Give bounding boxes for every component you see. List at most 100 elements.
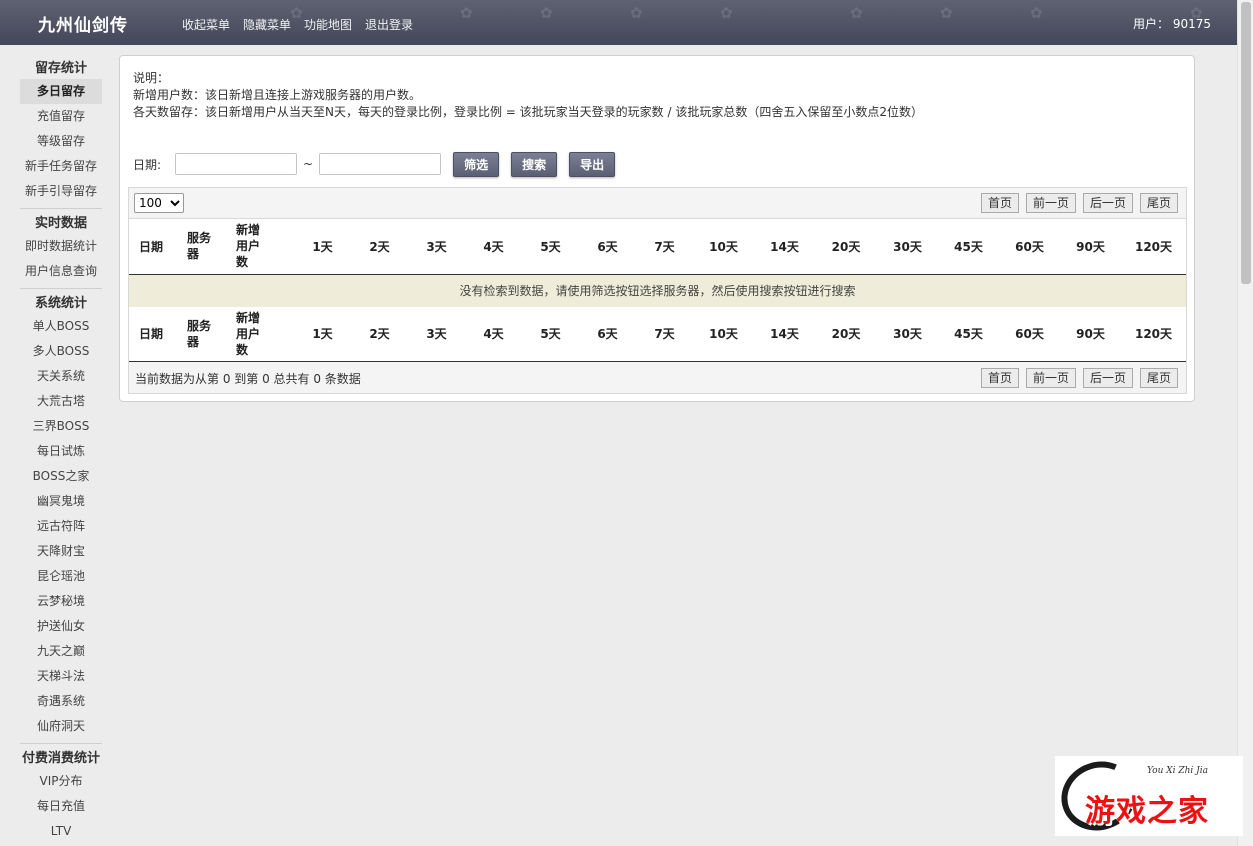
- sidebar-item[interactable]: 多人BOSS: [20, 339, 102, 364]
- sidebar-item[interactable]: 天关系统: [20, 364, 102, 389]
- sidebar-group-title[interactable]: 系统统计: [16, 294, 106, 314]
- column-header: 60天: [999, 219, 1060, 275]
- table-footer: 当前数据为从第 0 到第 0 总共有 0 条数据 首页 前一页 后一页 尾页: [129, 361, 1186, 393]
- scrollbar-thumb[interactable]: [1241, 2, 1251, 284]
- column-header: 服务器: [187, 307, 236, 362]
- column-header: 30天: [877, 219, 938, 275]
- next-page-button[interactable]: 后一页: [1082, 193, 1133, 213]
- column-header: 新增用户数: [236, 307, 294, 362]
- retention-table-container: 100 首页 前一页 后一页 尾页 日期 服务器 新增用户数 1天 2天 3天 4天 5天 6天…: [128, 187, 1187, 394]
- record-count-info: 当前数据为从第 0 到第 0 总共有 0 条数据: [135, 371, 361, 386]
- table-footer-header-row: 日期 服务器 新增用户数 1天 2天 3天 4天 5天 6天 7天 10天 14天 20天 30天 45天 6…: [129, 307, 1186, 362]
- top-header-bar: ✿ ✿ ✿ ✿ ✿ ✿ ✿ ✿ ✿ 九州仙剑传 收起菜单 隐藏菜单 功能地图 退…: [0, 0, 1237, 45]
- column-header: 1天: [294, 307, 351, 362]
- date-label: 日期:: [133, 157, 162, 172]
- date-range-separator: ~: [303, 157, 314, 171]
- column-header: 20天: [815, 307, 877, 362]
- sidebar-item[interactable]: 云梦秘境: [20, 589, 102, 614]
- column-header: 5天: [522, 219, 579, 275]
- first-page-button[interactable]: 首页: [980, 193, 1019, 213]
- header-decoration: ✿: [850, 4, 863, 22]
- column-header: 3天: [408, 307, 465, 362]
- column-header: 90天: [1060, 219, 1121, 275]
- sidebar-item[interactable]: 单人BOSS: [20, 314, 102, 339]
- sidebar-item[interactable]: VIP分布: [20, 769, 102, 794]
- description-block: 说明： 新增用户数：该日新增且连接上游戏服务器的用户数。 各天数留存：该日新增用…: [133, 70, 923, 121]
- column-header: 10天: [693, 307, 754, 362]
- empty-result-row: 没有检索到数据，请使用筛选按钮选择服务器，然后使用搜索按钮进行搜索: [129, 274, 1186, 307]
- watermark-text: 游戏之家: [1085, 794, 1209, 829]
- table-toolbar: 100 首页 前一页 后一页 尾页: [129, 188, 1186, 219]
- description-heading: 说明：: [133, 71, 170, 85]
- column-header: 45天: [938, 307, 999, 362]
- column-header: 日期: [129, 307, 187, 362]
- collapse-menu-link[interactable]: 收起菜单: [182, 16, 230, 33]
- sidebar-item[interactable]: 每日充值: [20, 794, 102, 819]
- filter-button[interactable]: 筛选: [453, 151, 500, 177]
- column-header: 120天: [1121, 219, 1186, 275]
- first-page-button[interactable]: 首页: [980, 367, 1019, 388]
- sidebar-group-title[interactable]: 留存统计: [16, 59, 106, 79]
- column-header: 10天: [693, 219, 754, 275]
- sidebar-item[interactable]: 多日留存: [20, 79, 102, 104]
- header-decoration: ✿: [1030, 4, 1043, 22]
- search-button[interactable]: 搜索: [511, 151, 558, 177]
- column-header: 5天: [522, 307, 579, 362]
- sidebar-item[interactable]: 充值留存: [20, 104, 102, 129]
- sidebar-item[interactable]: 即时数据统计: [20, 234, 102, 259]
- sidebar-item[interactable]: 仙府洞天: [20, 714, 102, 739]
- prev-page-button[interactable]: 前一页: [1025, 193, 1076, 213]
- sidebar-item[interactable]: 天降财宝: [20, 539, 102, 564]
- column-header: 120天: [1121, 307, 1186, 362]
- last-page-button[interactable]: 尾页: [1139, 193, 1178, 213]
- column-header: 3天: [408, 219, 465, 275]
- sidebar-item[interactable]: 用户信息查询: [20, 259, 102, 284]
- sidebar-item[interactable]: 远古符阵: [20, 514, 102, 539]
- page-size-select[interactable]: 100: [134, 193, 184, 213]
- last-page-button[interactable]: 尾页: [1139, 367, 1178, 388]
- column-header: 1天: [294, 219, 351, 275]
- sidebar-item[interactable]: 幽冥鬼境: [20, 489, 102, 514]
- sidebar-item[interactable]: 天梯斗法: [20, 664, 102, 689]
- sidebar-item[interactable]: 护送仙女: [20, 614, 102, 639]
- sidebar-item[interactable]: 昆仑瑶池: [20, 564, 102, 589]
- bottom-pager: 首页 前一页 后一页 尾页: [980, 367, 1178, 388]
- sidebar-item[interactable]: 三界BOSS: [20, 414, 102, 439]
- main-panel: 说明： 新增用户数：该日新增且连接上游戏服务器的用户数。 各天数留存：该日新增用…: [119, 55, 1195, 402]
- sidebar-item[interactable]: 九天之巅: [20, 639, 102, 664]
- hide-menu-link[interactable]: 隐藏菜单: [243, 16, 291, 33]
- logout-link[interactable]: 退出登录: [365, 16, 413, 33]
- sidebar-group-title[interactable]: 实时数据: [16, 214, 106, 234]
- column-header: 7天: [636, 307, 693, 362]
- column-header: 4天: [465, 307, 522, 362]
- page-scrollbar[interactable]: [1237, 0, 1253, 846]
- sidebar-item[interactable]: 奇遇系统: [20, 689, 102, 714]
- sidebar-item[interactable]: LTV: [20, 819, 102, 844]
- header-decoration: ✿: [720, 4, 733, 22]
- sidebar-separator: [20, 288, 102, 289]
- sidebar-separator: [20, 743, 102, 744]
- prev-page-button[interactable]: 前一页: [1025, 367, 1076, 388]
- sidebar-item[interactable]: 新手任务留存: [20, 154, 102, 179]
- column-header: 2天: [351, 307, 408, 362]
- header-decoration: ✿: [940, 4, 953, 22]
- end-date-input[interactable]: [319, 153, 442, 175]
- description-new-users: 新增用户数：该日新增且连接上游戏服务器的用户数。: [133, 88, 422, 102]
- sidebar-item[interactable]: BOSS之家: [20, 464, 102, 489]
- sidebar-item[interactable]: 大荒古塔: [20, 389, 102, 414]
- sidebar-menu: 留存统计 多日留存 充值留存 等级留存 新手任务留存 新手引导留存实时数据 即时数据统计 用户…: [16, 57, 106, 844]
- export-button[interactable]: 导出: [569, 151, 616, 177]
- next-page-button[interactable]: 后一页: [1082, 367, 1133, 388]
- filter-bar: 日期: ~ 筛选 搜索 导出: [133, 150, 616, 178]
- column-header: 7天: [636, 219, 693, 275]
- sidebar-group-title[interactable]: 付费消费统计: [16, 749, 106, 769]
- column-header: 60天: [999, 307, 1060, 362]
- function-map-link[interactable]: 功能地图: [304, 16, 352, 33]
- current-user-label: 用户： 90175: [1133, 17, 1211, 31]
- start-date-input[interactable]: [175, 153, 298, 175]
- sidebar-item[interactable]: 每日试炼: [20, 439, 102, 464]
- sidebar-item[interactable]: 新手引导留存: [20, 179, 102, 204]
- sidebar-item[interactable]: 等级留存: [20, 129, 102, 154]
- column-header: 新增用户数: [236, 219, 294, 275]
- retention-table: 日期 服务器 新增用户数 1天 2天 3天 4天 5天 6天 7天 10天 14天 20天 30天 45天 6…: [129, 219, 1186, 362]
